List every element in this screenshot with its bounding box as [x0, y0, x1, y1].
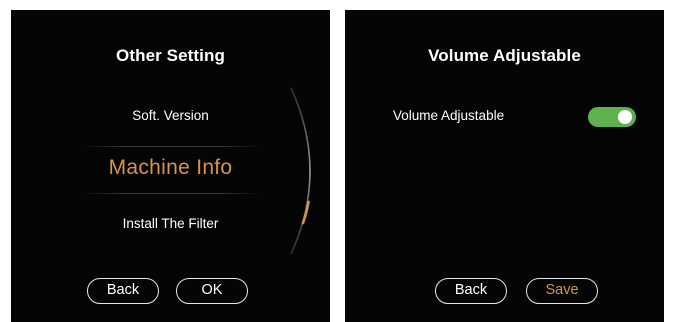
selection-divider-bottom	[81, 193, 261, 194]
toggle-knob	[618, 110, 632, 124]
scroll-thumb	[301, 200, 310, 225]
other-setting-screen: Other Setting Soft. Version Machine Info…	[11, 10, 330, 322]
scroll-track	[290, 87, 311, 255]
page: Other Setting Soft. Version Machine Info…	[0, 0, 675, 322]
ok-button[interactable]: OK	[176, 278, 248, 304]
selection-divider-top	[81, 146, 261, 147]
save-button[interactable]: Save	[526, 278, 598, 304]
screen-title: Volume Adjustable	[428, 46, 581, 65]
volume-adjustable-toggle[interactable]	[588, 107, 636, 127]
back-button[interactable]: Back	[435, 278, 507, 304]
back-button[interactable]: Back	[87, 278, 159, 304]
screen-title: Other Setting	[116, 46, 225, 65]
scroll-indicator[interactable]	[283, 86, 323, 256]
volume-adjustable-label: Volume Adjustable	[393, 108, 505, 123]
volume-adjustable-screen: Volume Adjustable Volume Adjustable Back…	[345, 10, 664, 322]
